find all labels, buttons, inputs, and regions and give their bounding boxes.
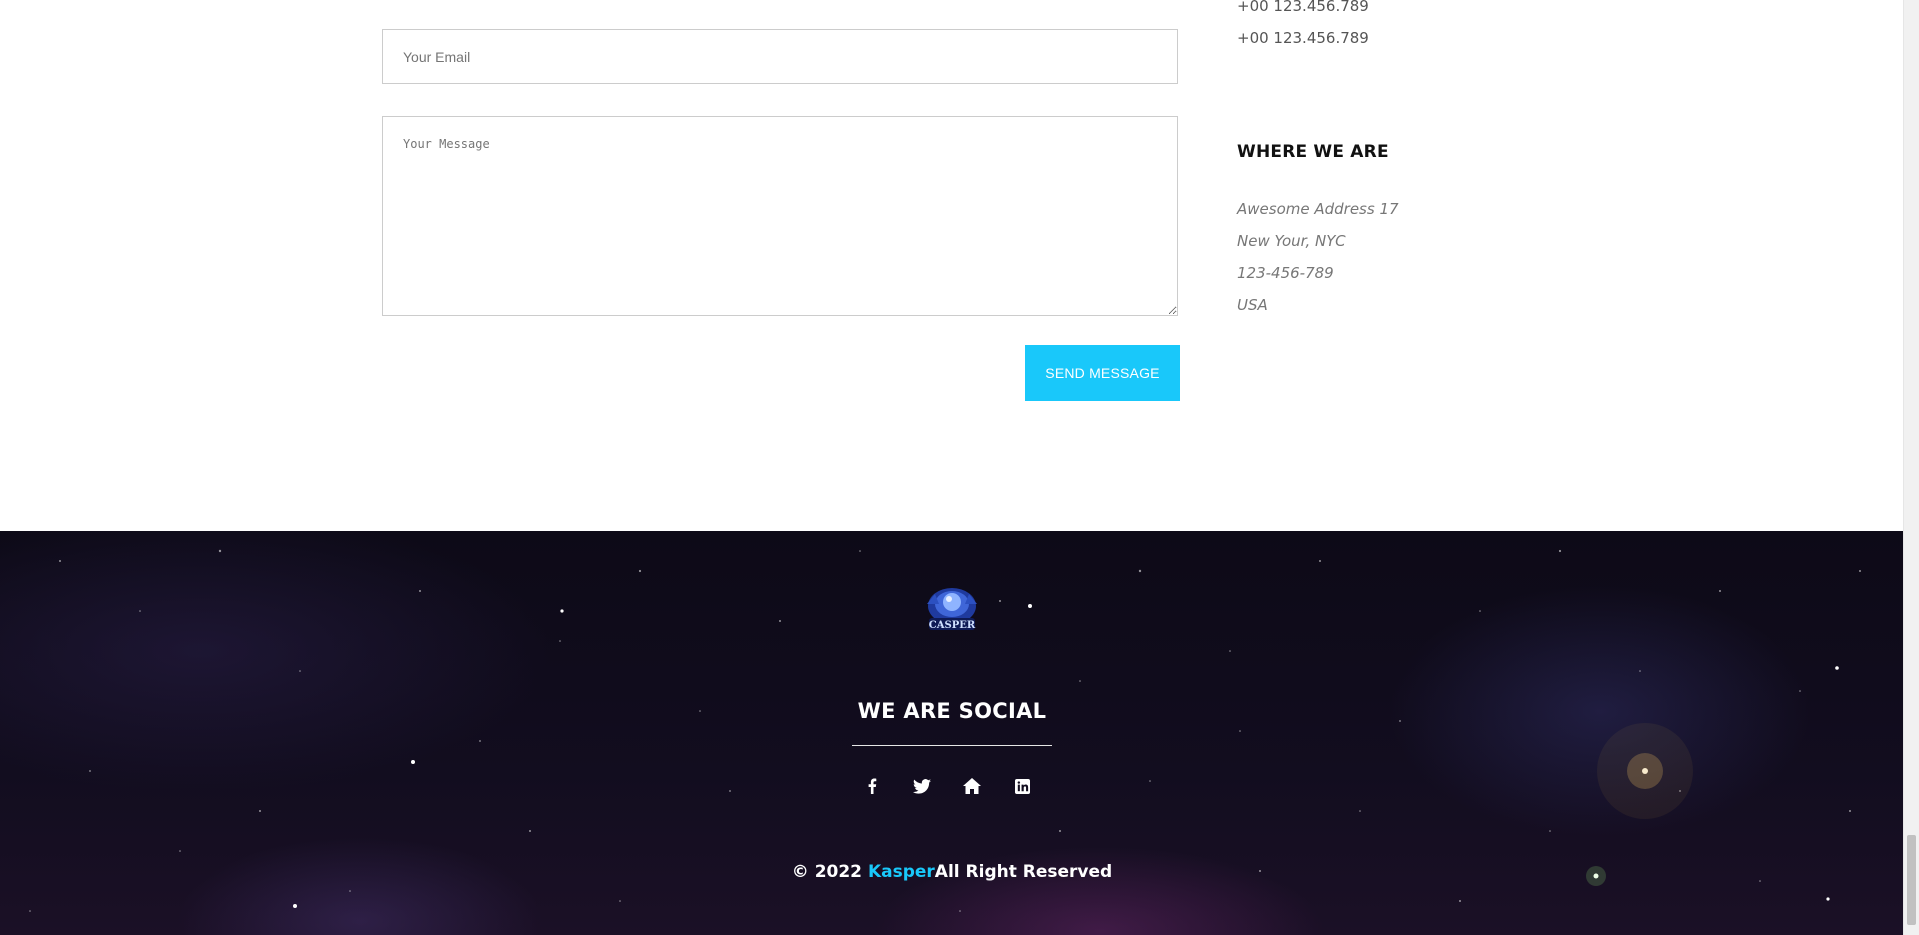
send-message-button[interactable]: SEND MESSAGE	[1025, 345, 1180, 401]
divider	[852, 745, 1052, 746]
address-line: New Your, NYC	[1237, 232, 1346, 250]
address-line: USA	[1237, 296, 1268, 314]
scrollbar[interactable]	[1903, 0, 1919, 935]
twitter-icon[interactable]	[910, 774, 934, 798]
email-field[interactable]	[382, 29, 1178, 84]
linkedin-icon[interactable]	[1010, 774, 1034, 798]
address-line: Awesome Address 17	[1237, 200, 1399, 218]
home-icon[interactable]	[960, 774, 984, 798]
scroll-thumb[interactable]	[1907, 835, 1916, 925]
facebook-icon[interactable]	[860, 774, 884, 798]
phone-number: +00 123.456.789	[1237, 0, 1369, 15]
address-line: 123-456-789	[1237, 264, 1334, 282]
where-we-are-heading: WHERE WE ARE	[1237, 142, 1389, 162]
casper-logo: CASPER	[921, 582, 983, 632]
copyright-prefix: © 2022	[791, 862, 868, 882]
logo-text: CASPER	[929, 620, 976, 631]
page: SEND MESSAGE +00 123.456.789 +00 123.456…	[0, 0, 1904, 935]
copyright-suffix: All Right Reserved	[934, 862, 1113, 882]
brand-name: Kasper	[867, 862, 935, 882]
message-field[interactable]	[382, 116, 1178, 316]
social-title: WE ARE SOCIAL	[857, 699, 1047, 723]
footer: CASPER WE ARE SOCIAL © 2022 KasperAll Ri…	[0, 531, 1904, 935]
copyright: © 2022 KasperAll Right Reserved	[0, 862, 1904, 882]
social-icons	[860, 774, 1050, 798]
phone-number: +00 123.456.789	[1237, 29, 1369, 47]
contact-section: SEND MESSAGE +00 123.456.789 +00 123.456…	[0, 0, 1904, 531]
